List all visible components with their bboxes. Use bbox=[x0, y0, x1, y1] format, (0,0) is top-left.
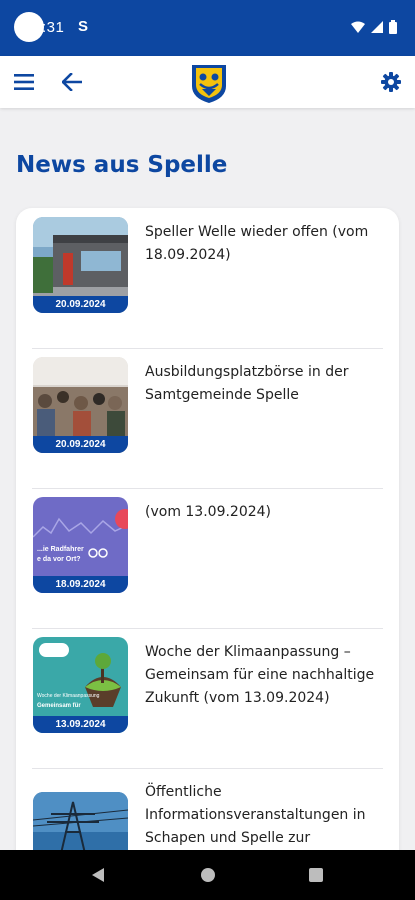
thumb-caption: Gemeinsam für bbox=[37, 703, 81, 709]
thumb-caption: Woche der Klimaanpassung bbox=[37, 693, 100, 699]
circle-home-icon bbox=[201, 868, 215, 882]
status-time: :31 bbox=[42, 19, 65, 36]
settings-button[interactable] bbox=[369, 56, 413, 108]
news-date-badge: 20.09.2024 bbox=[33, 296, 128, 313]
news-item[interactable]: 20.09.2024 Ausbildungsplatzbörse in der … bbox=[16, 348, 399, 488]
back-button[interactable] bbox=[50, 56, 94, 108]
sync-icon: S bbox=[78, 18, 89, 35]
news-title: Ausbildungsplatzbörse in der Samtgemeind… bbox=[145, 364, 349, 403]
news-title: Woche der Klimaanpassung – Gemeinsam für… bbox=[145, 644, 375, 706]
thumb-caption: e da vor Ort? bbox=[37, 556, 81, 563]
square-recents-icon bbox=[309, 868, 323, 882]
app-bar bbox=[0, 56, 415, 108]
news-thumbnail: ...ie Radfahrer e da vor Ort? 18.09.2024 bbox=[33, 497, 128, 593]
battery-icon bbox=[389, 20, 397, 34]
menu-button[interactable] bbox=[2, 56, 46, 108]
news-item[interactable]: Woche der Klimaanpassung Gemeinsam für 1… bbox=[16, 628, 399, 768]
news-item[interactable]: ...ie Radfahrer e da vor Ort? 18.09.2024… bbox=[16, 488, 399, 628]
triangle-back-icon bbox=[92, 868, 104, 882]
news-item[interactable]: 20.09.2024 Speller Welle wieder offen (v… bbox=[16, 208, 399, 348]
page-title: News aus Spelle bbox=[16, 152, 228, 178]
system-navigation-bar bbox=[0, 850, 415, 900]
news-list: 20.09.2024 Speller Welle wieder offen (v… bbox=[16, 208, 399, 900]
thumb-caption: ...ie Radfahrer bbox=[37, 546, 84, 553]
news-date-badge: 18.09.2024 bbox=[33, 576, 128, 593]
nav-home-button[interactable] bbox=[178, 850, 238, 900]
news-date-badge: 20.09.2024 bbox=[33, 436, 128, 453]
status-bar: :31 S bbox=[0, 0, 415, 56]
arrow-back-icon bbox=[62, 73, 82, 91]
news-title: Öffentliche Informationsveranstaltungen … bbox=[145, 784, 366, 846]
news-thumbnail: 20.09.2024 bbox=[33, 217, 128, 313]
nav-back-button[interactable] bbox=[68, 850, 128, 900]
news-title: (vom 13.09.2024) bbox=[145, 504, 272, 520]
menu-icon bbox=[14, 74, 34, 90]
gear-icon bbox=[381, 72, 401, 92]
news-thumbnail: Woche der Klimaanpassung Gemeinsam für 1… bbox=[33, 637, 128, 733]
municipal-crest-logo[interactable] bbox=[189, 62, 229, 104]
nav-recents-button[interactable] bbox=[286, 850, 346, 900]
camera-cutout bbox=[14, 12, 44, 42]
news-thumbnail: 20.09.2024 bbox=[33, 357, 128, 453]
news-title: Speller Welle wieder offen (vom 18.09.20… bbox=[145, 224, 369, 263]
status-icons bbox=[351, 20, 397, 34]
wifi-icon bbox=[351, 21, 365, 33]
signal-icon bbox=[371, 21, 383, 33]
news-date-badge: 13.09.2024 bbox=[33, 716, 128, 733]
